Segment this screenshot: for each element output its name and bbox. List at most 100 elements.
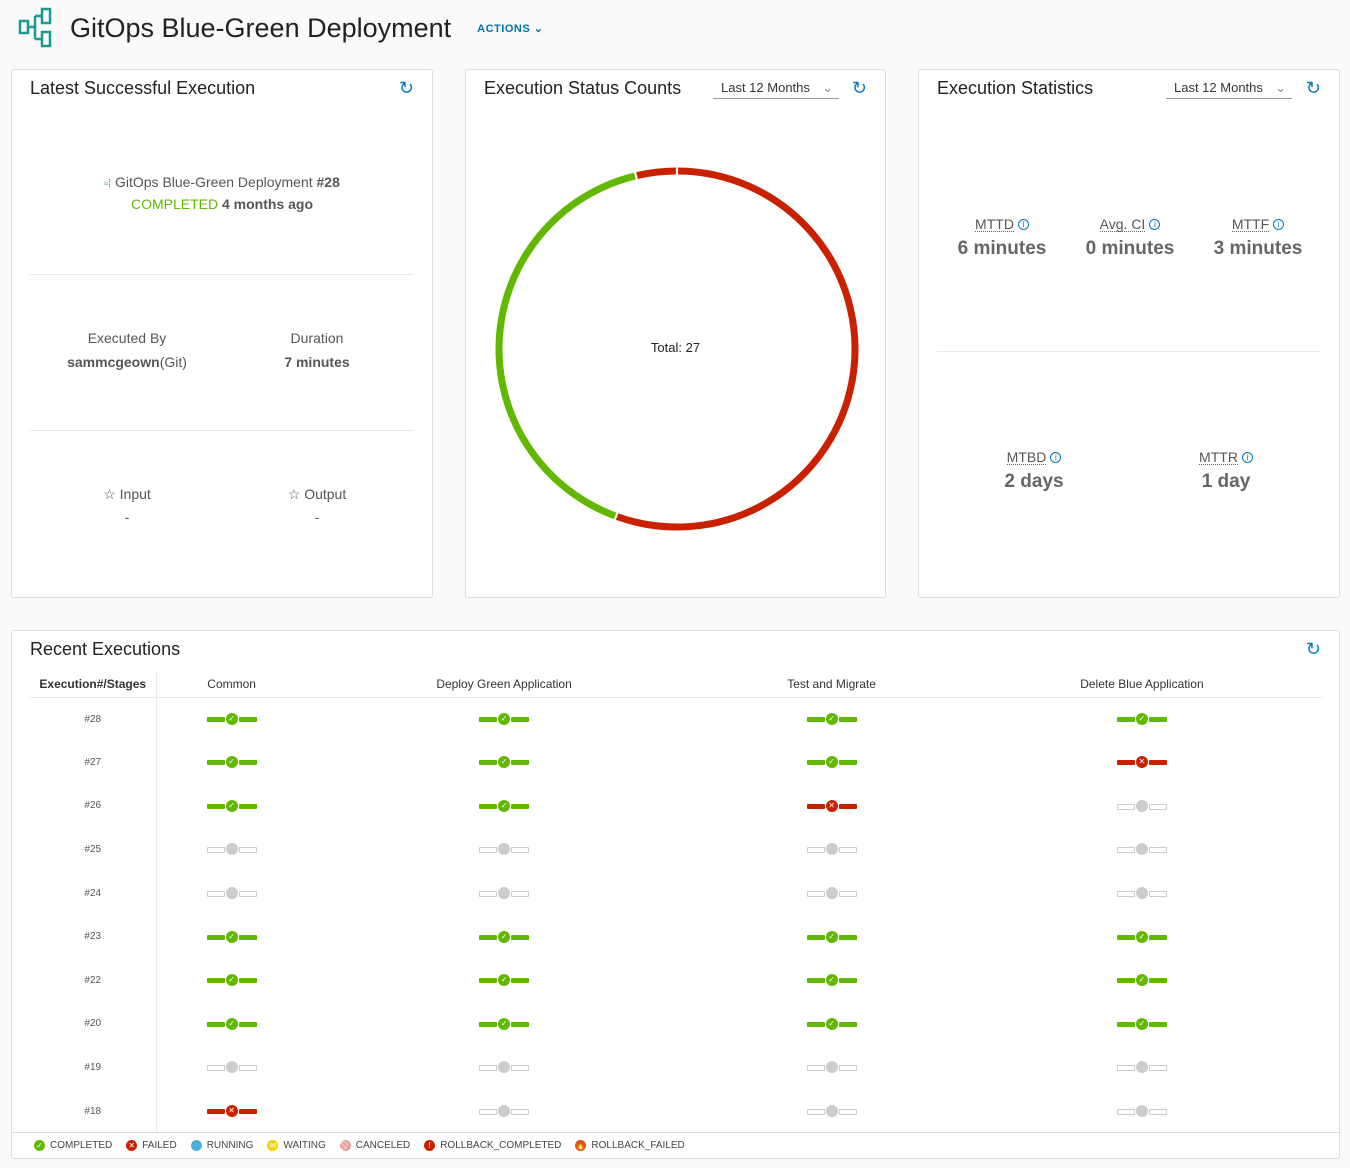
stage-status-none[interactable]: [1116, 1061, 1167, 1074]
duration-label: Duration: [290, 330, 344, 346]
run-link[interactable]: GitOps Blue-Green Deployment #28: [115, 174, 340, 190]
info-icon[interactable]: i: [1273, 219, 1285, 231]
refresh-icon[interactable]: ↻: [852, 78, 867, 99]
pipeline-name: GitOps Blue-Green Deployment: [114, 174, 313, 190]
info-icon[interactable]: i: [1050, 452, 1062, 464]
info-icon[interactable]: i: [1241, 452, 1253, 464]
stage-status-completed[interactable]: ✓: [206, 974, 257, 987]
stat-key[interactable]: MTTR: [1199, 450, 1238, 465]
stage-status-none[interactable]: [206, 1061, 257, 1074]
stat-key[interactable]: Avg. CI: [1099, 217, 1146, 232]
stage-status-completed[interactable]: ✓: [479, 974, 530, 987]
stage-status-completed[interactable]: ✓: [479, 930, 530, 943]
executed-by-label: Executed By: [87, 330, 167, 346]
table-row: #22 ✓ ✓ ✓ ✓: [30, 958, 1322, 1003]
stage-status-completed[interactable]: ✓: [479, 712, 530, 725]
stage-status-completed[interactable]: ✓: [1116, 930, 1167, 943]
stage-status-none[interactable]: [479, 1061, 530, 1074]
refresh-icon[interactable]: ↻: [1306, 639, 1321, 660]
stage-status-completed[interactable]: ✓: [479, 756, 530, 769]
stage-cell: ✓: [307, 915, 702, 959]
status-counts-card: Execution Status Counts Last 12 Months ⌄ …: [465, 69, 886, 598]
refresh-icon[interactable]: ↻: [1306, 78, 1321, 99]
stage-status-completed[interactable]: ✓: [806, 756, 857, 769]
stage-status-none[interactable]: [806, 1104, 857, 1117]
stage-cell: ✓: [307, 697, 702, 741]
stage-status-none[interactable]: [1116, 843, 1167, 856]
range-select[interactable]: Last 12 Months ⌄: [713, 80, 839, 99]
legend-label: RUNNING: [206, 1140, 254, 1151]
stage-status-completed[interactable]: ✓: [206, 930, 257, 943]
donut-slice-failed[interactable]: [636, 167, 677, 179]
stage-cell: [962, 784, 1322, 828]
range-value: Last 12 Months: [721, 80, 810, 95]
time-ago: 4 months ago: [222, 196, 314, 212]
stage-status-completed[interactable]: ✓: [479, 799, 530, 812]
check-icon: ✓: [825, 756, 838, 769]
execution-number[interactable]: #20: [30, 1002, 157, 1046]
dot-icon: [1135, 843, 1148, 856]
stage-cell: ✓: [156, 1002, 307, 1046]
stat-key[interactable]: MTTD: [975, 217, 1014, 232]
output-label: Output: [304, 486, 347, 502]
stage-status-completed[interactable]: ✓: [806, 1017, 857, 1030]
executed-by-user: sammcgeown: [67, 354, 160, 370]
executed-by-source: (Git): [159, 354, 187, 370]
stage-status-none[interactable]: [806, 843, 857, 856]
range-select[interactable]: Last 12 Months ⌄: [1166, 80, 1292, 99]
stage-status-none[interactable]: [1116, 799, 1167, 812]
info-icon[interactable]: i: [1149, 219, 1161, 231]
legend-label: COMPLETED: [50, 1140, 113, 1151]
stage-cell: ✕: [701, 784, 961, 828]
execution-number[interactable]: #23: [30, 914, 157, 959]
check-icon: ✓: [825, 974, 838, 987]
stage-cell: ✓: [701, 741, 961, 785]
execution-number[interactable]: #26: [30, 784, 157, 828]
stat-key[interactable]: MTTF: [1231, 217, 1270, 232]
status-icon: ✉: [267, 1140, 279, 1151]
execution-number[interactable]: #28: [30, 697, 157, 741]
execution-number[interactable]: #19: [30, 1045, 157, 1090]
stage-status-completed[interactable]: ✓: [206, 712, 257, 725]
execution-number[interactable]: #27: [30, 740, 157, 785]
stage-status-none[interactable]: [806, 1061, 857, 1074]
stage-cell: [701, 1089, 961, 1133]
refresh-icon[interactable]: ↻: [399, 78, 414, 99]
execution-number[interactable]: #18: [30, 1089, 157, 1133]
stage-status-none[interactable]: [479, 843, 530, 856]
stage-status-none[interactable]: [206, 886, 257, 899]
execution-number[interactable]: #25: [30, 827, 157, 872]
stage-status-completed[interactable]: ✓: [206, 756, 257, 769]
stage-status-none[interactable]: [806, 886, 857, 899]
execution-number[interactable]: #24: [30, 871, 157, 915]
stage-status-completed[interactable]: ✓: [1116, 974, 1167, 987]
stage-status-none[interactable]: [1116, 1104, 1167, 1117]
stage-status-completed[interactable]: ✓: [479, 1017, 530, 1030]
dot-icon: [825, 1104, 838, 1117]
actions-dropdown[interactable]: ACTIONS ⌄: [477, 22, 543, 35]
stage-status-none[interactable]: [1116, 886, 1167, 899]
stat-key[interactable]: MTBD: [1006, 450, 1047, 465]
stage-status-completed[interactable]: ✓: [806, 974, 857, 987]
stage-cell: ✓: [156, 959, 307, 1003]
stage-status-completed[interactable]: ✓: [806, 930, 857, 943]
pipeline-icon: [18, 7, 52, 48]
stage-status-failed[interactable]: ✕: [806, 799, 857, 812]
stage-cell: ✓: [701, 697, 961, 741]
stage-status-completed[interactable]: ✓: [806, 712, 857, 725]
stage-status-none[interactable]: [479, 1104, 530, 1117]
stage-status-failed[interactable]: ✕: [1116, 756, 1167, 769]
stage-status-none[interactable]: [206, 843, 257, 856]
stage-status-completed[interactable]: ✓: [206, 799, 257, 812]
stage-status-none[interactable]: [479, 886, 530, 899]
stage-status-completed[interactable]: ✓: [206, 1017, 257, 1030]
execution-number[interactable]: #22: [30, 958, 157, 1003]
stage-cell: [307, 871, 702, 915]
stage-status-completed[interactable]: ✓: [1116, 1017, 1167, 1030]
stage-status-failed[interactable]: ✕: [206, 1104, 257, 1117]
stage-header: Delete Blue Application: [961, 671, 1322, 698]
stage-status-completed[interactable]: ✓: [1116, 712, 1167, 725]
legend-item: 🔥 ROLLBACK_FAILED: [575, 1140, 685, 1151]
card-title: Latest Successful Execution: [30, 78, 256, 98]
info-icon[interactable]: i: [1017, 219, 1029, 231]
